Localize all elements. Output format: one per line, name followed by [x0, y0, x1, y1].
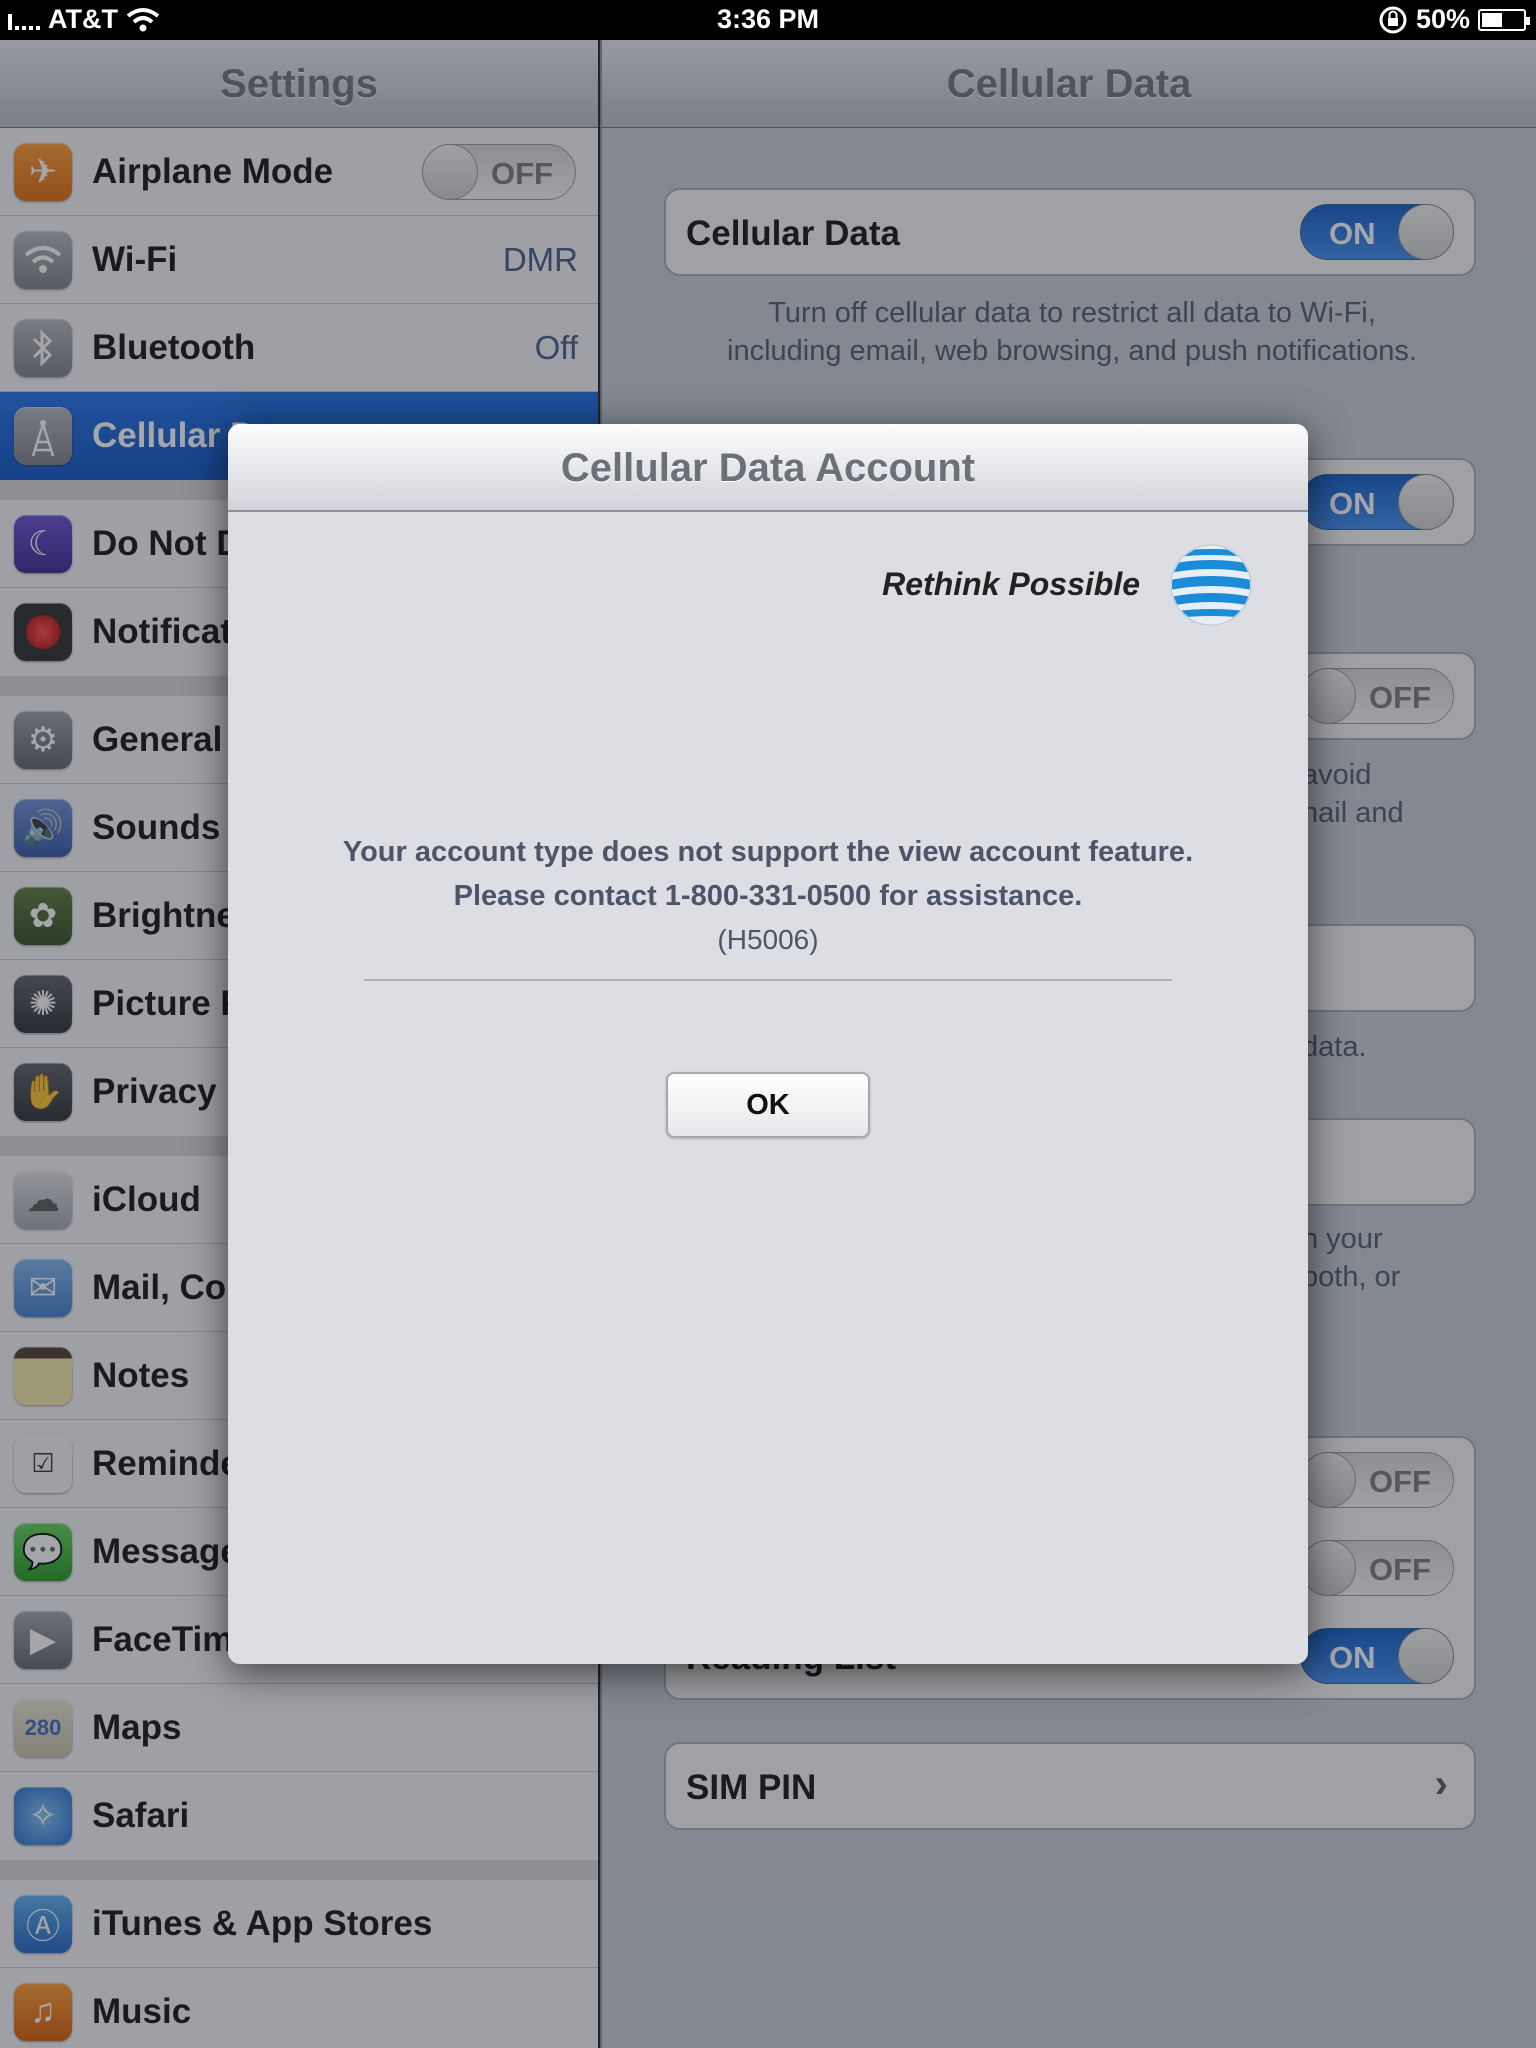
ok-button[interactable]: OK: [666, 1072, 870, 1138]
dialog-message-line-2: Please contact 1-800-331-0500 for assist…: [453, 880, 1083, 912]
att-globe-logo-icon: [1170, 544, 1252, 626]
dialog-error-code: (H5006): [717, 924, 819, 955]
dialog-divider: [364, 979, 1172, 981]
status-time: 3:36 PM: [716, 4, 820, 34]
brand-tagline: Rethink Possible: [882, 566, 1140, 602]
battery-percent: 50%: [1415, 4, 1470, 34]
cellular-data-account-dialog: Cellular Data Account Rethink Possible Y…: [228, 424, 1308, 1664]
status-bar: AT&T 3:36 PM 50%: [0, 0, 1536, 40]
dialog-title: Cellular Data Account: [228, 424, 1308, 512]
rotation-lock-icon: [1379, 6, 1407, 33]
battery-icon: [1478, 8, 1530, 31]
dialog-message-line-1: Your account type does not support the v…: [342, 836, 1194, 868]
